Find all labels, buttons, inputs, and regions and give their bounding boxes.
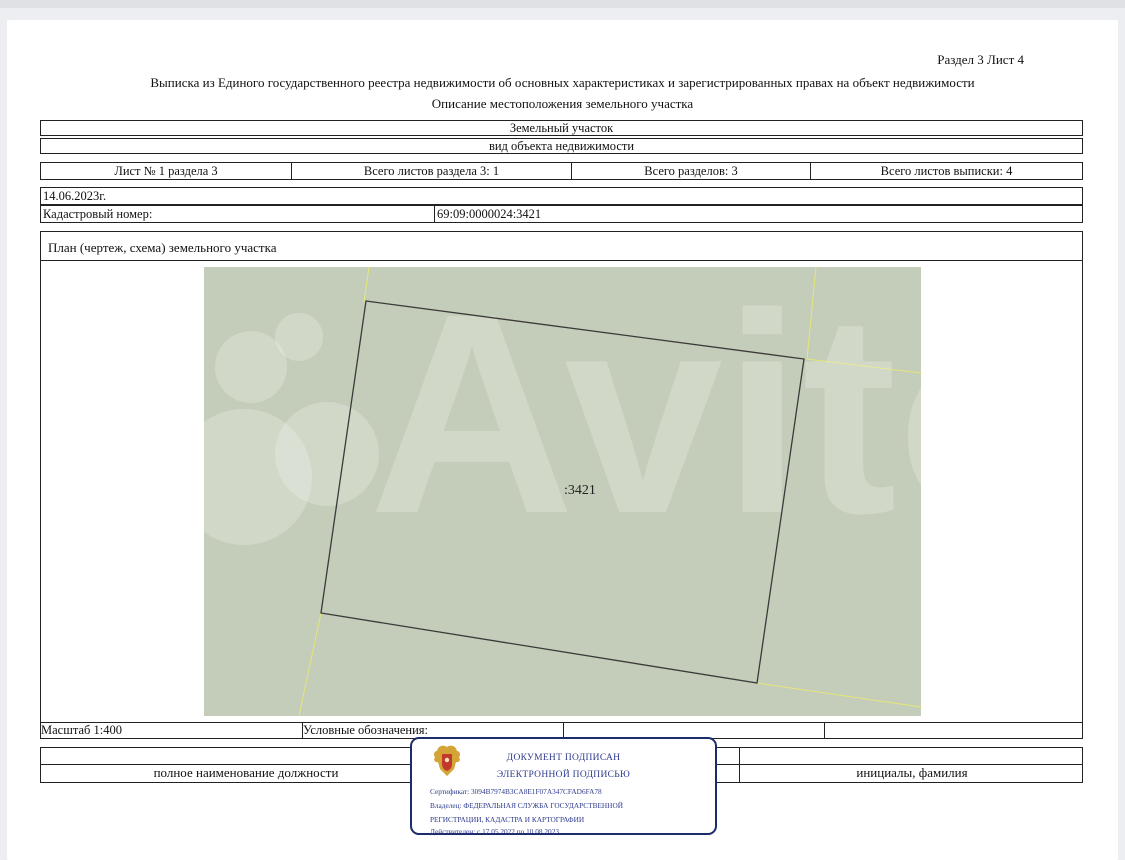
name-label: инициалы, фамилия [739,765,1084,782]
document-page: Раздел 3 Лист 4 Выписка из Единого госуд… [7,20,1118,860]
parcel-label: :3421 [564,483,596,498]
viewer-top-bar [0,0,1125,8]
legend-cell [563,723,824,738]
e-signature-stamp: ДОКУМЕНТ ПОДПИСАН ЭЛЕКТРОННОЙ ПОДПИСЬЮ С… [410,737,717,836]
plan-header: План (чертеж, схема) земельного участка [41,232,1082,261]
sheet-number: Лист № 1 раздела 3 [114,164,218,178]
cadastral-number: 69:09:0000024:3421 [434,206,1084,222]
scale-text: Масштаб 1:400 [41,723,122,737]
sheets-row: Лист № 1 раздела 3 Всего листов раздела … [40,162,1083,180]
stamp-owner-line1: Владелец: ФЕДЕРАЛЬНАЯ СЛУЖБА ГОСУДАРСТВЕ… [430,801,623,810]
object-type-row: Земельный участок [40,120,1083,136]
total-sections: Всего разделов: 3 [571,163,810,179]
object-type: Земельный участок [509,121,614,135]
cadastral-label: Кадастровый номер: [43,207,153,221]
legend-cell [824,723,1082,738]
total-sheets-section: Всего листов раздела 3: 1 [291,163,571,179]
stamp-line2: ЭЛЕКТРОННОЙ ПОДПИСЬЮ [496,770,631,780]
cadastral-row: Кадастровый номер: 69:09:0000024:3421 [40,205,1083,223]
extract-date: 14.06.2023г. [43,189,107,203]
stamp-validity: Действителен: с 17.05.2022 по 10.08.2023 [430,827,559,836]
date-row: 14.06.2023г. [40,187,1083,205]
legend-label: Условные обозначения: [302,723,563,738]
object-kind-label: вид объекта недвижимости [488,139,635,153]
document-title: Выписка из Единого государственного реес… [150,75,975,90]
document-subtitle: Описание местоположения земельного участ… [431,96,694,111]
section-sheet-label: Раздел 3 Лист 4 [937,52,1024,67]
stamp-line1: ДОКУМЕНТ ПОДПИСАН [506,753,621,763]
total-sheets-extract: Всего листов выписки: 4 [810,163,1082,179]
stamp-certificate: Сертификат: 3094B7974B3CA8E1F07A347CFAD6… [430,787,602,796]
stamp-owner-line2: РЕГИСТРАЦИИ, КАДАСТРА И КАРТОГРАФИИ [430,815,585,824]
object-kind-row: вид объекта недвижимости [40,138,1083,154]
position-label: полное наименование должности [153,765,339,780]
parcel-map: Avito :3421 [204,267,921,716]
